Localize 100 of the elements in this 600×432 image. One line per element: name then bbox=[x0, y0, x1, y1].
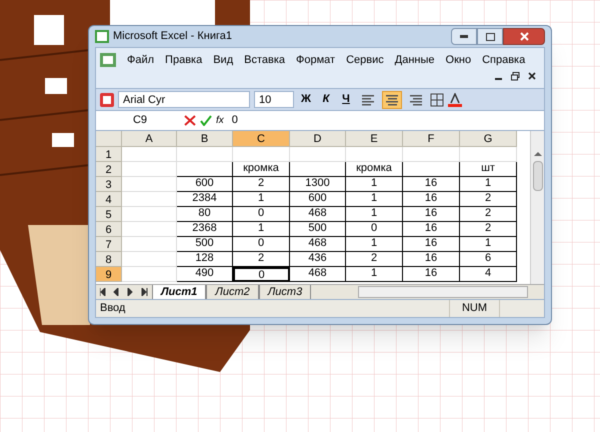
table-cell bbox=[122, 177, 177, 192]
sheet-tab[interactable]: Лист3 bbox=[258, 285, 312, 299]
table-cell: кромка bbox=[346, 162, 403, 177]
table-cell bbox=[122, 147, 177, 162]
row-header[interactable]: 8 bbox=[96, 252, 122, 267]
menu-item[interactable]: Окно bbox=[446, 52, 472, 68]
record-icon bbox=[100, 92, 114, 106]
row-header[interactable]: 4 bbox=[96, 192, 122, 207]
table-cell: шт bbox=[460, 162, 517, 177]
menu-item[interactable]: Файл bbox=[127, 52, 154, 68]
workbook-icon bbox=[100, 53, 116, 67]
table-cell bbox=[346, 147, 403, 162]
menu-item[interactable]: Справка bbox=[482, 52, 526, 68]
font-color-icon bbox=[448, 92, 462, 106]
table-cell: 2 bbox=[460, 222, 517, 237]
table-cell bbox=[122, 237, 177, 252]
table-cell: кромка bbox=[233, 162, 290, 177]
minimize-icon bbox=[460, 35, 468, 38]
row-header[interactable]: 9 bbox=[96, 267, 122, 282]
borders-icon bbox=[430, 92, 444, 106]
table-cell: 16 bbox=[403, 222, 460, 237]
up-arrow-icon bbox=[534, 151, 542, 157]
table-cell: 1 bbox=[346, 237, 403, 252]
align-center-icon bbox=[385, 94, 399, 106]
table-cell: 1 bbox=[233, 192, 290, 207]
horizontal-scrollbar[interactable] bbox=[358, 286, 528, 298]
table-cell bbox=[122, 162, 177, 177]
table-cell: 1 bbox=[460, 177, 517, 192]
align-button[interactable] bbox=[382, 90, 402, 108]
size-field[interactable]: 10 bbox=[254, 91, 294, 108]
scrollbar-thumb[interactable] bbox=[532, 161, 542, 191]
table-cell: 468 bbox=[290, 207, 346, 222]
table-cell: 16 bbox=[403, 237, 460, 252]
vertical-scrollbar[interactable] bbox=[530, 131, 544, 284]
restore-icon bbox=[511, 72, 520, 81]
check-icon bbox=[200, 115, 212, 126]
row-header[interactable]: 1 bbox=[96, 147, 122, 162]
table-cell: 6 bbox=[460, 252, 517, 267]
column-header[interactable]: D bbox=[290, 131, 346, 147]
sheet-navigation-icon bbox=[100, 288, 148, 296]
window-title: Microsoft Excel - Книга1 bbox=[113, 29, 232, 44]
table-cell bbox=[233, 147, 290, 162]
sheet-tab[interactable]: Лист1 bbox=[152, 285, 206, 299]
table-cell: 2 bbox=[233, 252, 290, 267]
table-cell bbox=[403, 162, 460, 177]
table-cell: 1 bbox=[346, 177, 403, 192]
table-cell bbox=[290, 162, 346, 177]
close-icon bbox=[528, 72, 536, 80]
table-cell bbox=[403, 147, 460, 162]
table-cell: 1 bbox=[346, 267, 403, 282]
menu-item[interactable]: Вид bbox=[213, 52, 234, 68]
row-header[interactable]: 6 bbox=[96, 222, 122, 237]
italic-button[interactable]: К bbox=[318, 91, 334, 108]
row-header[interactable]: 2 bbox=[96, 162, 122, 177]
spreadsheet-icon bbox=[95, 30, 109, 43]
menu-item[interactable]: Данные bbox=[394, 52, 435, 68]
table-cell: 500 bbox=[290, 222, 346, 237]
table-cell: 490 bbox=[177, 267, 233, 282]
table-cell bbox=[290, 147, 346, 162]
table-cell: 2384 bbox=[177, 192, 233, 207]
table-cell: 2368 bbox=[177, 222, 233, 237]
minimize-button[interactable] bbox=[451, 28, 477, 45]
cancel-icon bbox=[184, 115, 196, 126]
table-cell: 1 bbox=[346, 192, 403, 207]
bold-button[interactable]: Ж bbox=[298, 91, 314, 108]
column-header[interactable]: A bbox=[122, 131, 177, 147]
table-cell: 500 bbox=[177, 237, 233, 252]
menu-item[interactable]: Правка bbox=[165, 52, 202, 68]
status-text: Ввод bbox=[100, 301, 126, 316]
menu-item[interactable]: Формат bbox=[296, 52, 336, 68]
table-cell bbox=[460, 147, 517, 162]
column-header[interactable]: F bbox=[403, 131, 460, 147]
table-cell: 80 bbox=[177, 207, 233, 222]
column-header[interactable]: C bbox=[233, 131, 290, 147]
font-field[interactable]: Arial Cyr bbox=[118, 91, 250, 108]
close-button[interactable] bbox=[503, 28, 545, 45]
row-header[interactable]: 7 bbox=[96, 237, 122, 252]
table-cell: 16 bbox=[403, 267, 460, 282]
active-cell[interactable]: 0 bbox=[233, 267, 290, 282]
formula-field[interactable]: 0 bbox=[232, 112, 238, 129]
menu-item[interactable]: Сервис bbox=[346, 52, 384, 68]
column-header[interactable]: B bbox=[177, 131, 233, 147]
status-indicator: NUM bbox=[448, 300, 500, 317]
table-cell: 436 bbox=[290, 252, 346, 267]
table-cell bbox=[122, 222, 177, 237]
row-header[interactable]: 3 bbox=[96, 177, 122, 192]
table-cell: 600 bbox=[290, 192, 346, 207]
column-header[interactable]: G bbox=[460, 131, 517, 147]
function-label[interactable]: fx bbox=[216, 113, 224, 128]
column-header[interactable]: E bbox=[346, 131, 403, 147]
table-cell: 1300 bbox=[290, 177, 346, 192]
menu-item[interactable]: Вставка bbox=[244, 52, 286, 68]
maximize-button[interactable] bbox=[477, 28, 503, 45]
table-cell bbox=[122, 252, 177, 267]
name-box[interactable]: C9 bbox=[96, 112, 184, 129]
underline-button[interactable]: Ч bbox=[338, 91, 354, 108]
sheet-tab[interactable]: Лист2 bbox=[206, 285, 259, 299]
table-cell: 2 bbox=[460, 207, 517, 222]
row-header[interactable]: 5 bbox=[96, 207, 122, 222]
table-cell: 16 bbox=[403, 252, 460, 267]
